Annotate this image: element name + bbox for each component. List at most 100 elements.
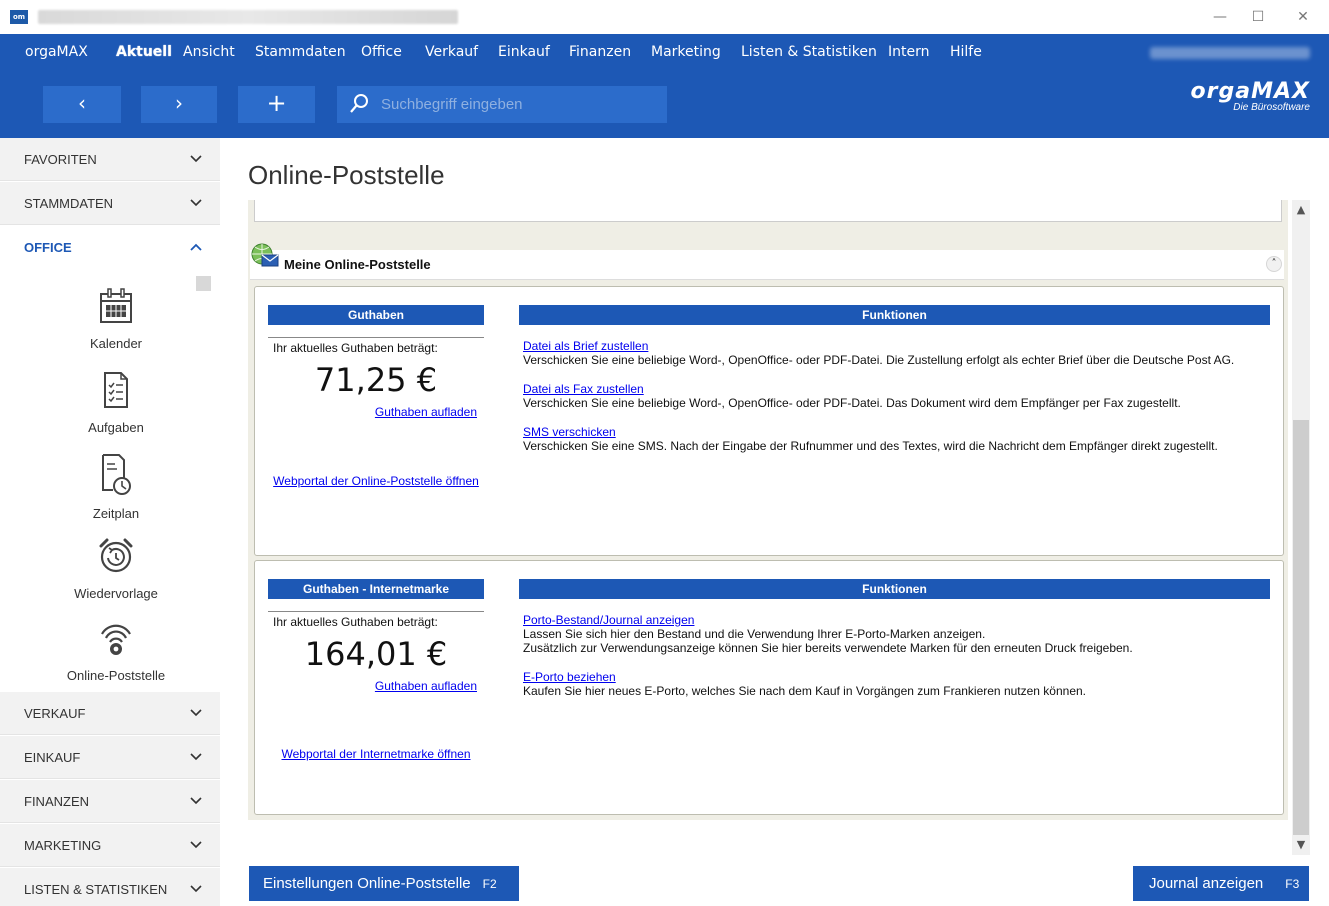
function-description: Lassen Sie sich hier den Bestand und die… xyxy=(523,627,986,641)
webportal-link[interactable]: Webportal der Internetmarke öffnen xyxy=(268,747,484,761)
function-item: Porto-Bestand/Journal anzeigen Lassen Si… xyxy=(523,613,1273,655)
settings-online-poststelle-button[interactable]: Einstellungen Online-Poststelle F2 xyxy=(249,866,519,901)
globe-mail-icon xyxy=(251,243,279,267)
sidebar-scroll-button[interactable] xyxy=(196,276,211,291)
menu-aktuell[interactable]: Aktuell xyxy=(116,34,172,72)
schedule-icon xyxy=(102,454,131,495)
sidebar-section-marketing[interactable]: MARKETING xyxy=(0,824,220,867)
collapse-button[interactable]: ˄ xyxy=(1266,256,1282,272)
alarm-clock-icon xyxy=(99,538,133,573)
calendar-icon xyxy=(100,288,132,323)
function-description: Verschicken Sie eine beliebige Word-, Op… xyxy=(523,396,1181,410)
section-label: MARKETING xyxy=(24,838,102,853)
function-link[interactable]: Porto-Bestand/Journal anzeigen xyxy=(523,613,694,627)
chevron-down-icon xyxy=(190,885,202,893)
sidebar-item-wiedervorlage[interactable]: Wiedervorlage xyxy=(50,536,182,601)
function-item: Datei als Fax zustellen Verschicken Sie … xyxy=(523,382,1273,410)
forward-button[interactable]: › xyxy=(141,86,217,123)
section-label: STAMMDATEN xyxy=(24,196,114,211)
section-label: LISTEN & STATISTIKEN xyxy=(24,882,168,897)
close-button[interactable]: ✕ xyxy=(1293,8,1313,26)
balance-header: Guthaben xyxy=(268,305,484,325)
add-button[interactable]: + xyxy=(238,86,315,123)
balance-header: Guthaben - Internetmarke xyxy=(268,579,484,599)
sidebar-section-stammdaten[interactable]: STAMMDATEN xyxy=(0,182,220,225)
balance-amount: 164,01 € xyxy=(304,635,448,673)
journal-anzeigen-button[interactable]: Journal anzeigen F3 xyxy=(1133,866,1309,901)
panel-header: Meine Online-Poststelle ˄ xyxy=(250,243,1284,280)
post-balance-card: Guthaben Funktionen Ihr aktuelles Guthab… xyxy=(254,286,1284,556)
menu-hilfe[interactable]: Hilfe xyxy=(950,34,982,72)
scroll-down-arrow-icon[interactable]: ▼ xyxy=(1292,838,1310,854)
section-label: FINANZEN xyxy=(24,794,89,809)
sidebar-section-verkauf[interactable]: VERKAUF xyxy=(0,692,220,735)
balance-label: Ihr aktuelles Guthaben beträgt: xyxy=(268,337,484,355)
function-link[interactable]: SMS verschicken xyxy=(523,425,616,439)
sidebar-item-online-poststelle[interactable]: Online-Poststelle xyxy=(50,616,182,683)
page-title: Online-Poststelle xyxy=(248,160,445,190)
topup-link[interactable]: Guthaben aufladen xyxy=(375,679,477,693)
sidebar-item-label: Wiedervorlage xyxy=(74,586,158,601)
function-link[interactable]: E-Porto beziehen xyxy=(523,670,616,684)
balance-amount: 71,25 € xyxy=(314,361,438,399)
menu-stammdaten[interactable]: Stammdaten xyxy=(255,34,346,72)
function-description: Kaufen Sie hier neues E-Porto, welches S… xyxy=(523,684,1087,698)
sidebar-item-label: Kalender xyxy=(89,336,143,351)
app-logo-icon: om xyxy=(10,10,28,24)
balance-label: Ihr aktuelles Guthaben beträgt: xyxy=(268,611,484,629)
panel-title: Meine Online-Poststelle xyxy=(284,257,431,272)
back-button[interactable]: ‹ xyxy=(43,86,121,123)
chevron-down-icon xyxy=(190,841,202,849)
task-list-icon xyxy=(104,372,128,408)
search-icon xyxy=(350,94,368,113)
search-input[interactable] xyxy=(381,86,661,123)
scrollbar-thumb[interactable] xyxy=(1293,420,1309,835)
function-item: Datei als Brief zustellen Verschicken Si… xyxy=(523,339,1273,367)
function-link[interactable]: Datei als Fax zustellen xyxy=(523,382,644,396)
sidebar-section-finanzen[interactable]: FINANZEN xyxy=(0,780,220,823)
menu-intern[interactable]: Intern xyxy=(888,34,930,72)
sidebar-section-einkauf[interactable]: EINKAUF xyxy=(0,736,220,779)
stamp-balance-card: Guthaben - Internetmarke Funktionen Ihr … xyxy=(254,560,1284,815)
sidebar-item-label: Aufgaben xyxy=(88,420,144,435)
search-box[interactable] xyxy=(337,86,667,123)
function-link[interactable]: Datei als Brief zustellen xyxy=(523,339,648,353)
minimize-button[interactable]: — xyxy=(1210,8,1230,26)
wireless-post-icon xyxy=(101,624,131,655)
title-bar: om — ☐ ✕ xyxy=(0,0,1329,34)
functions-header: Funktionen xyxy=(519,305,1270,325)
shortcut-key: F3 xyxy=(1285,877,1300,891)
shortcut-key: F2 xyxy=(482,877,497,891)
chevron-down-icon xyxy=(190,155,202,163)
menu-ansicht[interactable]: Ansicht xyxy=(183,34,235,72)
sidebar: FAVORITEN STAMMDATEN OFFICE Kalender Auf… xyxy=(0,138,220,906)
webportal-link[interactable]: Webportal der Online-Poststelle öffnen xyxy=(268,474,484,488)
chevron-down-icon xyxy=(190,797,202,805)
scroll-up-arrow-icon[interactable]: ▲ xyxy=(1292,203,1310,219)
function-item: E-Porto beziehen Kaufen Sie hier neues E… xyxy=(523,670,1273,698)
menu-finanzen[interactable]: Finanzen xyxy=(569,34,631,72)
section-label: VERKAUF xyxy=(24,706,86,721)
bottom-action-bar: Einstellungen Online-Poststelle F2 Journa… xyxy=(220,858,1329,906)
menu-bar: orgaMAX Aktuell Ansicht Stammdaten Offic… xyxy=(0,34,1329,72)
orgamax-logo: orgaMAX Die Bürosoftware xyxy=(1160,80,1310,120)
menu-marketing[interactable]: Marketing xyxy=(651,34,721,72)
menu-orgamax[interactable]: orgaMAX xyxy=(25,34,88,72)
sidebar-section-listen-statistiken[interactable]: LISTEN & STATISTIKEN xyxy=(0,868,220,906)
sidebar-item-label: Online-Poststelle xyxy=(66,668,166,683)
menu-office[interactable]: Office xyxy=(361,34,402,72)
brand-tagline: Die Bürosoftware xyxy=(1233,102,1310,113)
functions-header: Funktionen xyxy=(519,579,1270,599)
menu-listen-statistiken[interactable]: Listen & Statistiken xyxy=(741,34,877,72)
menu-einkauf[interactable]: Einkauf xyxy=(498,34,550,72)
sidebar-section-favoriten[interactable]: FAVORITEN xyxy=(0,138,220,181)
topup-link[interactable]: Guthaben aufladen xyxy=(375,405,477,419)
chevron-down-icon xyxy=(190,709,202,717)
sidebar-item-kalender[interactable]: Kalender xyxy=(50,286,182,351)
maximize-button[interactable]: ☐ xyxy=(1248,8,1268,26)
sidebar-item-zeitplan[interactable]: Zeitplan xyxy=(50,452,182,521)
sidebar-item-aufgaben[interactable]: Aufgaben xyxy=(50,370,182,435)
menu-verkauf[interactable]: Verkauf xyxy=(425,34,478,72)
sidebar-section-office[interactable]: OFFICE xyxy=(0,226,220,269)
section-label: FAVORITEN xyxy=(24,152,97,167)
